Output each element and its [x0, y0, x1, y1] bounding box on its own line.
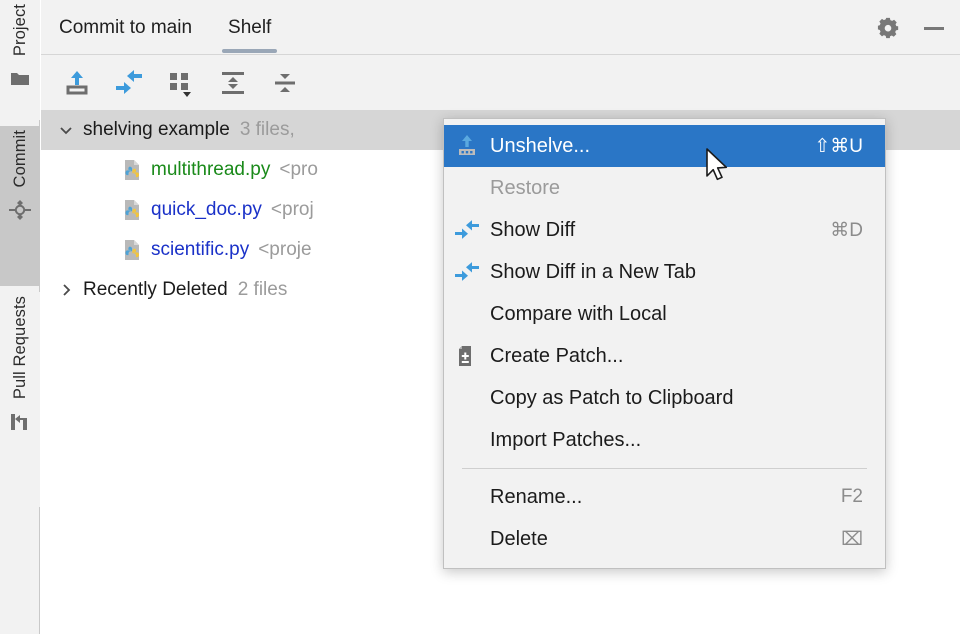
python-file-icon	[121, 159, 143, 181]
menu-item-unshelve[interactable]: Unshelve... ⇧⌘U	[444, 125, 885, 167]
menu-item-label: Unshelve...	[490, 134, 591, 157]
menu-item-label: Copy as Patch to Clipboard	[490, 386, 734, 409]
left-tool-strip: Project Commit Pull Requests	[0, 0, 40, 634]
sidebar-item-commit[interactable]: Commit	[0, 126, 40, 286]
tree-node-meta: 2 files	[237, 279, 288, 300]
tree-node-title: shelving example	[83, 119, 230, 140]
python-file-icon	[121, 239, 143, 261]
diff-icon	[444, 217, 490, 243]
file-name: scientific.py	[151, 239, 250, 260]
menu-item-label: Delete	[490, 527, 548, 550]
sidebar-item-pull-requests-label: Pull Requests	[10, 296, 29, 400]
chevron-down-icon[interactable]	[53, 122, 79, 138]
sidebar-item-project-label: Project	[10, 4, 29, 57]
tree-node-title: Recently Deleted	[83, 279, 228, 300]
tab-shelf-label: Shelf	[228, 16, 272, 38]
tab-bar: Commit to main Shelf	[41, 0, 289, 55]
unshelve-icon	[444, 133, 490, 159]
tab-commit-to-main-label: Commit to main	[59, 16, 193, 38]
menu-item-shortcut: ⇧⌘U	[814, 135, 863, 157]
menu-item-create-patch[interactable]: Create Patch...	[444, 335, 885, 377]
menu-item-copy-as-patch[interactable]: Copy as Patch to Clipboard	[444, 377, 885, 419]
menu-item-import-patches[interactable]: Import Patches...	[444, 419, 885, 461]
tab-underline	[53, 49, 198, 53]
tab-underline-active	[222, 49, 278, 53]
menu-item-label: Compare with Local	[490, 302, 667, 325]
file-name: multithread.py	[151, 159, 271, 180]
minimize-icon[interactable]	[922, 16, 946, 40]
show-diff-button[interactable]	[107, 63, 151, 103]
shelf-context-menu: Unshelve... ⇧⌘U Restore Show Diff ⌘D Sho…	[443, 118, 886, 569]
menu-item-label: Import Patches...	[490, 428, 642, 451]
gear-icon[interactable]	[876, 16, 900, 40]
main-panel: Commit to main Shelf shelving example 3 …	[41, 0, 960, 634]
menu-item-compare-with-local[interactable]: Compare with Local	[444, 293, 885, 335]
unshelve-button[interactable]	[55, 63, 99, 103]
chevron-right-icon[interactable]	[53, 282, 79, 298]
file-path: <proj	[270, 199, 314, 220]
folder-icon	[9, 68, 31, 90]
expand-all-button[interactable]	[211, 63, 255, 103]
menu-item-show-diff[interactable]: Show Diff ⌘D	[444, 209, 885, 251]
menu-item-delete[interactable]: Delete ⌧	[444, 518, 885, 560]
sidebar-item-project[interactable]: Project	[0, 0, 40, 120]
menu-item-label: Restore	[490, 176, 561, 199]
file-path: <pro	[279, 159, 318, 180]
group-by-button[interactable]	[159, 63, 203, 103]
menu-item-label: Create Patch...	[490, 344, 624, 367]
tree-node-meta: 3 files,	[239, 119, 295, 140]
tab-shelf[interactable]: Shelf	[210, 0, 289, 55]
menu-item-show-diff-new-tab[interactable]: Show Diff in a New Tab	[444, 251, 885, 293]
menu-item-label: Show Diff in a New Tab	[490, 260, 697, 283]
python-file-icon	[121, 199, 143, 221]
diff-icon	[444, 259, 490, 285]
create-patch-icon	[444, 343, 490, 369]
collapse-all-button[interactable]	[263, 63, 307, 103]
shelf-tool-window: Project Commit Pull Requests Commit to m…	[0, 0, 960, 634]
sidebar-item-pull-requests[interactable]: Pull Requests	[0, 292, 40, 507]
menu-separator	[462, 468, 867, 469]
header-actions	[876, 0, 946, 55]
tool-window-header: Commit to main Shelf	[41, 0, 960, 55]
sidebar-item-commit-label: Commit	[10, 130, 29, 188]
menu-item-label: Rename...	[490, 485, 583, 508]
menu-item-shortcut: ⌘D	[830, 219, 863, 241]
menu-item-label: Show Diff	[490, 218, 576, 241]
file-name: quick_doc.py	[151, 199, 262, 220]
tab-commit-to-main[interactable]: Commit to main	[41, 0, 210, 55]
menu-item-restore: Restore	[444, 167, 885, 209]
commit-node-icon	[9, 199, 31, 221]
shelf-toolbar	[41, 55, 960, 110]
pull-request-icon	[9, 411, 31, 433]
file-path: <proje	[258, 239, 312, 260]
menu-item-shortcut: ⌧	[841, 528, 863, 550]
menu-item-shortcut: F2	[840, 486, 863, 507]
menu-item-rename[interactable]: Rename... F2	[444, 476, 885, 518]
